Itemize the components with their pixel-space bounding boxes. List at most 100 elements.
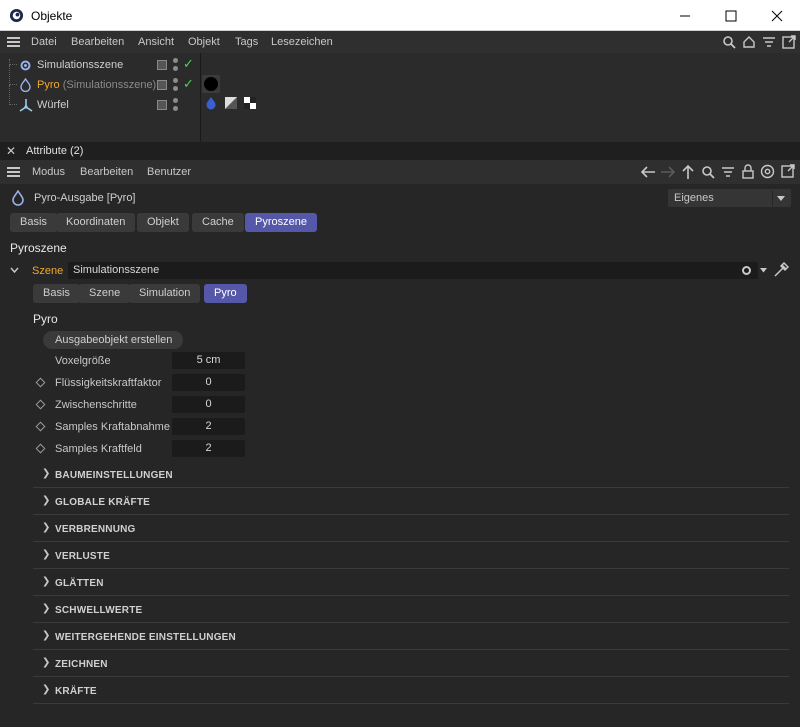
fluid-force-factor-field[interactable]: 0 — [172, 374, 245, 391]
pyro-tag-icon[interactable] — [202, 75, 220, 93]
minimize-button[interactable] — [662, 0, 708, 31]
scene-label: Szene — [32, 265, 64, 277]
object-row-simulationsszene[interactable]: Simulationsszene ✓ — [0, 56, 200, 75]
object-row-wuerfel[interactable]: Würfel — [0, 96, 200, 115]
scene-link-field[interactable]: Simulationsszene — [68, 262, 758, 279]
hamburger-menu-icon[interactable] — [7, 167, 20, 177]
param-label: Flüssigkeitskraftfaktor — [55, 377, 162, 389]
filter-icon[interactable] — [762, 35, 776, 49]
maximize-icon — [725, 10, 737, 21]
keyframe-diamond-icon[interactable] — [35, 421, 46, 432]
create-output-object-button[interactable]: Ausgabeobjekt erstellen — [43, 331, 183, 349]
arrow-left-icon[interactable] — [640, 165, 656, 179]
menu-bearbeiten[interactable]: Bearbeiten — [71, 36, 124, 48]
menu-lesezeichen[interactable]: Lesezeichen — [271, 36, 333, 48]
home-icon[interactable] — [742, 35, 756, 49]
maximize-button[interactable] — [708, 0, 754, 31]
gear-icon — [742, 266, 751, 275]
mode-dropdown[interactable]: Eigenes — [668, 189, 791, 207]
tab-koordinaten[interactable]: Koordinaten — [56, 213, 136, 232]
keyframe-diamond-icon[interactable] — [35, 399, 46, 410]
section-weitergehende-einstellungen[interactable]: ❯ WEITERGEHENDE EINSTELLUNGEN — [33, 623, 789, 650]
chevron-right-icon: ❯ — [42, 522, 51, 533]
section-globale-kraefte[interactable]: ❯ GLOBALE KRÄFTE — [33, 488, 789, 515]
target-icon[interactable] — [760, 164, 775, 179]
section-kraefte[interactable]: ❯ KRÄFTE — [33, 677, 789, 704]
visibility-dots-icon[interactable] — [173, 98, 179, 114]
arrow-right-icon[interactable] — [660, 165, 676, 179]
lock-icon[interactable] — [741, 164, 755, 179]
edit-toggle-icon[interactable] — [157, 100, 167, 110]
section-label: WEITERGEHENDE EINSTELLUNGEN — [55, 632, 236, 643]
attribute-panel-header: ✕ Attribute (2) — [0, 142, 800, 160]
menu-modus[interactable]: Modus — [32, 166, 65, 178]
samples-force-field-field[interactable]: 2 — [172, 440, 245, 457]
visibility-dots-icon[interactable] — [173, 78, 179, 94]
section-baumeinstellungen[interactable]: ❯ BAUMEINSTELLUNGEN — [33, 461, 789, 488]
visibility-dots-icon[interactable] — [173, 58, 179, 74]
flame-icon — [20, 78, 31, 92]
subtab-basis[interactable]: Basis — [33, 284, 80, 303]
search-icon[interactable] — [701, 165, 715, 179]
section-label: VERBRENNUNG — [55, 524, 136, 535]
section-zeichnen[interactable]: ❯ ZEICHNEN — [33, 650, 789, 677]
window-title: Objekte — [31, 9, 73, 23]
group-title: Pyro — [33, 312, 58, 326]
phong-tag-icon[interactable] — [225, 97, 237, 109]
object-manager-menu: Datei Bearbeiten Ansicht Objekt Tags Les… — [0, 31, 800, 53]
pick-object-icon[interactable] — [773, 262, 789, 278]
section-schwellwerte[interactable]: ❯ SCHWELLWERTE — [33, 596, 789, 623]
pyro-tag-flame-icon[interactable] — [205, 96, 217, 110]
param-label: Zwischenschritte — [55, 399, 137, 411]
chevron-down-icon[interactable] — [760, 268, 767, 273]
menu-benutzer[interactable]: Benutzer — [147, 166, 191, 178]
subtab-simulation[interactable]: Simulation — [129, 284, 201, 303]
subtab-szene[interactable]: Szene — [79, 284, 131, 303]
keyframe-diamond-icon[interactable] — [35, 377, 46, 388]
close-window-button[interactable] — [754, 0, 800, 31]
section-label: GLOBALE KRÄFTE — [55, 497, 151, 508]
window-title-bar: Objekte — [0, 0, 800, 31]
material-tag-icon[interactable] — [244, 97, 256, 109]
section-verbrennung[interactable]: ❯ VERBRENNUNG — [33, 515, 789, 542]
attribute-panel: Pyro-Ausgabe [Pyro] Eigenes Basis Koordi… — [0, 184, 800, 727]
object-name: Simulationsszene — [37, 59, 124, 71]
checkmark-icon[interactable]: ✓ — [183, 56, 194, 72]
tab-cache[interactable]: Cache — [192, 213, 244, 232]
section-glaetten[interactable]: ❯ GLÄTTEN — [33, 569, 789, 596]
attribute-panel-title: Attribute (2) — [26, 145, 84, 157]
close-panel-icon[interactable]: ✕ — [6, 144, 16, 158]
mode-dropdown-value: Eigenes — [674, 192, 714, 204]
substeps-field[interactable]: 0 — [172, 396, 245, 413]
menu-datei[interactable]: Datei — [31, 36, 57, 48]
cinema4d-logo-icon — [9, 8, 24, 23]
arrow-up-icon[interactable] — [681, 164, 695, 180]
samples-force-falloff-field[interactable]: 2 — [172, 418, 245, 435]
subtab-pyro[interactable]: Pyro — [204, 284, 247, 303]
edit-toggle-icon[interactable] — [157, 60, 167, 70]
new-window-icon[interactable] — [782, 35, 796, 49]
chevron-right-icon: ❯ — [42, 576, 51, 587]
filter-icon[interactable] — [721, 165, 735, 179]
checkmark-icon[interactable]: ✓ — [183, 76, 194, 92]
menu-objekt[interactable]: Objekt — [188, 36, 220, 48]
hamburger-menu-icon[interactable] — [7, 37, 20, 47]
keyframe-diamond-icon[interactable] — [35, 443, 46, 454]
object-list: Simulationsszene ✓ Pyro (Simulationsszen… — [0, 53, 800, 142]
attribute-menu: Modus Bearbeiten Benutzer — [0, 160, 800, 184]
section-verluste[interactable]: ❯ VERLUSTE — [33, 542, 789, 569]
voxel-size-field[interactable]: 5 cm — [172, 352, 245, 369]
new-window-icon[interactable] — [781, 164, 796, 179]
tab-pyroszene[interactable]: Pyroszene — [245, 213, 317, 232]
menu-bearbeiten[interactable]: Bearbeiten — [80, 166, 133, 178]
collapse-chevron-icon[interactable] — [10, 267, 19, 274]
tab-objekt[interactable]: Objekt — [137, 213, 189, 232]
tab-basis[interactable]: Basis — [10, 213, 57, 232]
section-title: Pyroszene — [10, 241, 67, 255]
menu-ansicht[interactable]: Ansicht — [138, 36, 174, 48]
menu-tags[interactable]: Tags — [235, 36, 258, 48]
edit-toggle-icon[interactable] — [157, 80, 167, 90]
search-icon[interactable] — [722, 35, 736, 49]
section-label: SCHWELLWERTE — [55, 605, 143, 616]
object-row-pyro[interactable]: Pyro (Simulationsszene) ✓ — [0, 76, 200, 95]
